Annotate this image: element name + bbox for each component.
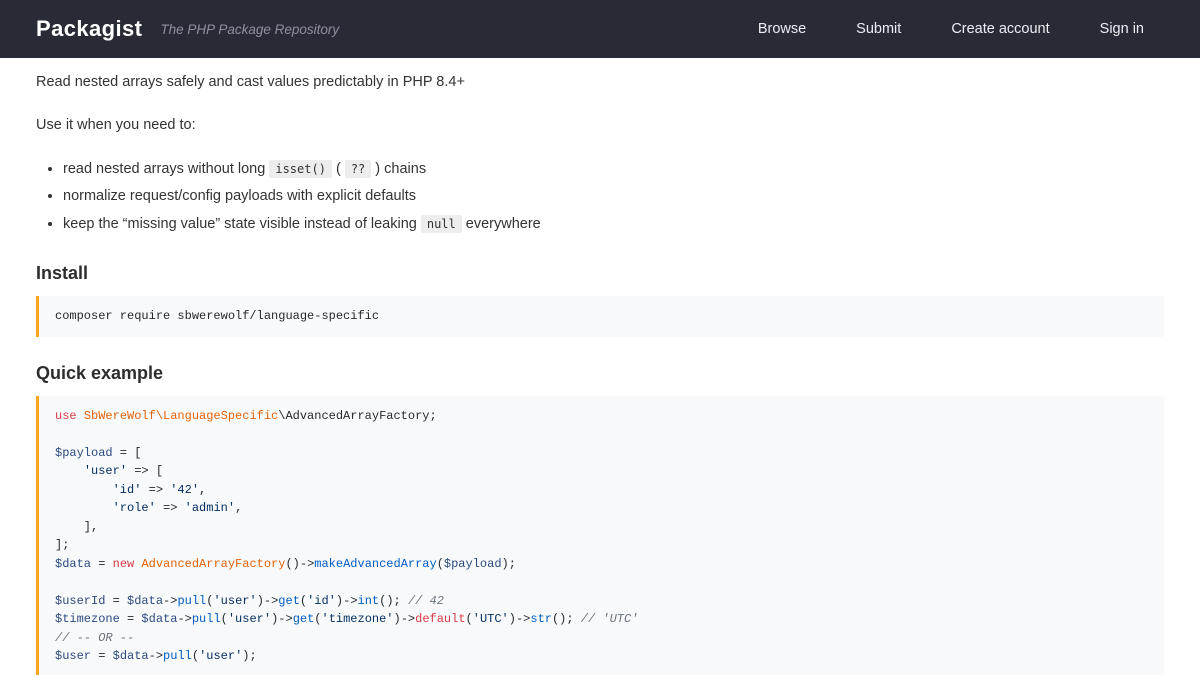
bullet-text: everywhere <box>462 216 541 232</box>
nav-browse[interactable]: Browse <box>758 21 806 37</box>
example-code-block: use SbWereWolf\LanguageSpecific\Advanced… <box>36 396 1164 675</box>
bullet-text: keep the “missing value” state visible i… <box>63 216 421 232</box>
install-code-block: composer require sbwerewolf/language-spe… <box>36 296 1164 337</box>
nav-sign-in[interactable]: Sign in <box>1100 21 1144 37</box>
brand-tagline: The PHP Package Repository <box>160 22 339 37</box>
list-item: keep the “missing value” state visible i… <box>63 213 1164 237</box>
site-header: Packagist The PHP Package Repository Bro… <box>0 0 1200 58</box>
intro-paragraph: Read nested arrays safely and cast value… <box>36 72 1164 94</box>
inline-code-isset: isset() <box>269 160 332 178</box>
list-item: normalize request/config payloads with e… <box>63 185 1164 209</box>
inline-code-null: null <box>421 215 462 233</box>
inline-code-null-coalesce: ?? <box>345 160 371 178</box>
main-nav: Browse Submit Create account Sign in <box>758 21 1144 37</box>
install-heading: Install <box>36 263 1164 284</box>
feature-list: read nested arrays without long isset() … <box>36 158 1164 238</box>
nav-submit[interactable]: Submit <box>856 21 901 37</box>
bullet-text: read nested arrays without long <box>63 161 269 177</box>
install-code: composer require sbwerewolf/language-spe… <box>55 309 379 323</box>
use-when-paragraph: Use it when you need to: <box>36 115 1164 137</box>
bullet-text: ( <box>332 161 345 177</box>
list-item: read nested arrays without long isset() … <box>63 158 1164 182</box>
brand-logo[interactable]: Packagist <box>36 16 142 42</box>
example-code: use SbWereWolf\LanguageSpecific\Advanced… <box>55 409 638 675</box>
nav-create-account[interactable]: Create account <box>951 21 1049 37</box>
bullet-text: normalize request/config payloads with e… <box>63 188 416 204</box>
readme-content: Read nested arrays safely and cast value… <box>0 58 1200 675</box>
bullet-text: ) chains <box>371 161 426 177</box>
example-heading: Quick example <box>36 363 1164 384</box>
